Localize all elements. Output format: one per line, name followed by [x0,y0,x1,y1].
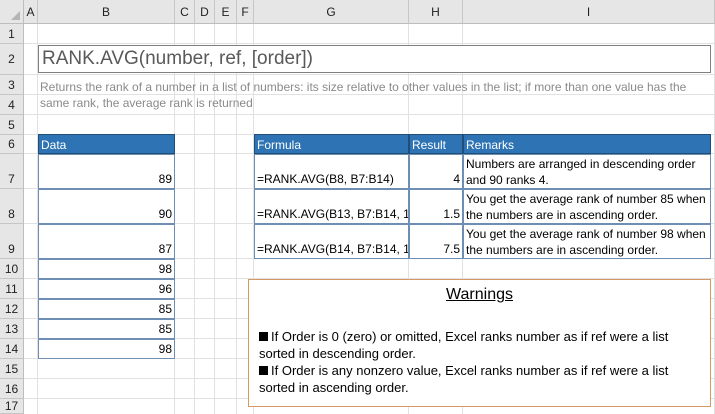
row-header-7[interactable]: 7 [0,154,24,189]
warning-item: If Order is any nonzero value, Excel ran… [259,362,702,396]
row-header-17[interactable]: 17 [0,399,24,414]
gridline [24,74,715,75]
remark-cell[interactable]: Numbers are arranged in descending order… [463,154,711,189]
column-header-a[interactable]: A [24,0,38,24]
gridline [24,114,715,115]
column-header-b[interactable]: B [38,0,175,24]
warnings-list: If Order is 0 (zero) or omitted, Excel r… [259,328,702,396]
data-cell[interactable]: 90 [38,189,175,224]
formula-cell[interactable]: =RANK.AVG(B8, B7:B14) [254,154,409,189]
row-header-13[interactable]: 13 [0,319,24,339]
column-header-h[interactable]: H [409,0,463,24]
formula-cell[interactable]: =RANK.AVG(B14, B7:B14, 1) [254,224,409,259]
row-header-14[interactable]: 14 [0,339,24,359]
result-cell[interactable]: 7.5 [409,224,463,259]
formula-cell[interactable]: =RANK.AVG(B13, B7:B14, 1) [254,189,409,224]
result-cell[interactable]: 1.5 [409,189,463,224]
row-header-8[interactable]: 8 [0,189,24,224]
column-header-e[interactable]: E [215,0,237,24]
remark-cell[interactable]: You get the average rank of number 85 wh… [463,189,711,224]
row-header-2[interactable]: 2 [0,44,24,75]
result-cell[interactable]: 4 [409,154,463,189]
select-all-corner[interactable] [0,0,24,24]
row-header-10[interactable]: 10 [0,259,24,279]
data-cell[interactable]: 98 [38,339,175,359]
remark-cell[interactable]: You get the average rank of number 98 wh… [463,224,711,259]
column-header-f[interactable]: F [237,0,254,24]
data-cell[interactable]: 87 [38,224,175,259]
row-header-11[interactable]: 11 [0,279,24,299]
remarks-header-cell[interactable]: Remarks [463,134,711,154]
row-header-6[interactable]: 6 [0,135,24,154]
warnings-box[interactable]: Warnings If Order is 0 (zero) or omitted… [248,279,711,407]
warning-text: If Order is any nonzero value, Excel ran… [259,363,669,395]
row-header-1[interactable]: 1 [0,24,24,44]
row-header-15[interactable]: 15 [0,359,24,379]
row-header-3[interactable]: 3 [0,75,24,95]
formula-header-cell[interactable]: Formula [254,134,409,154]
column-header-g[interactable]: G [254,0,409,24]
row-header-9[interactable]: 9 [0,224,24,259]
data-cell[interactable]: 89 [38,154,175,189]
data-cell[interactable]: 98 [38,259,175,279]
warning-text: If Order is 0 (zero) or omitted, Excel r… [259,329,669,361]
data-header-cell[interactable]: Data [38,134,175,154]
function-description: Returns the rank of a number in a list o… [40,80,687,110]
select-all-icon [11,11,20,20]
gridline [24,43,715,44]
data-cell[interactable]: 96 [38,279,175,299]
bullet-square-icon [259,332,268,341]
warnings-title: Warnings [446,286,513,303]
data-cell[interactable]: 85 [38,319,175,339]
row-header-12[interactable]: 12 [0,299,24,319]
row-header-16[interactable]: 16 [0,379,24,399]
row-header-5[interactable]: 5 [0,115,24,135]
bullet-square-icon [259,366,268,375]
column-header-d[interactable]: D [195,0,215,24]
function-title[interactable]: RANK.AVG(number, ref, [order]) [38,45,711,73]
column-header-i[interactable]: I [463,0,715,24]
result-header-cell[interactable]: Result [409,134,463,154]
column-header-c[interactable]: C [175,0,195,24]
row-header-4[interactable]: 4 [0,95,24,115]
warning-item: If Order is 0 (zero) or omitted, Excel r… [259,328,702,362]
data-cell[interactable]: 85 [38,299,175,319]
